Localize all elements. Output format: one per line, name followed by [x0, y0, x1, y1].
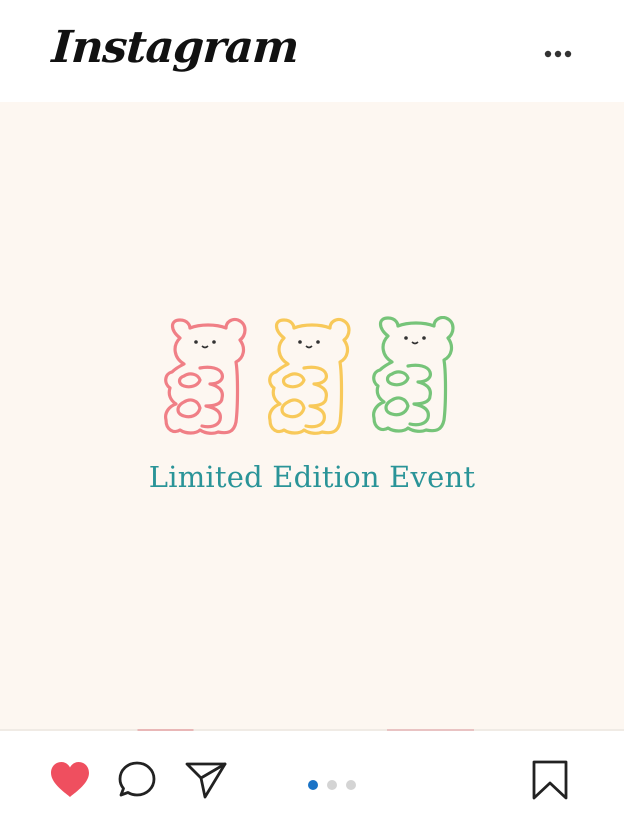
gummy-bears-illustration: [164, 316, 455, 435]
yellow-bear-face: [298, 340, 320, 349]
post-caption-text: Limited Edition Event: [148, 460, 476, 494]
more-horizontal-icon: [544, 50, 572, 58]
comment-button[interactable]: [114, 758, 160, 802]
pink-bear-face: [194, 340, 216, 349]
comment-icon: [118, 761, 156, 797]
share-button[interactable]: [182, 758, 230, 802]
pink-gummy-bear: [164, 317, 247, 435]
yellow-gummy-bear: [268, 317, 351, 435]
green-bear-face: [404, 336, 426, 345]
like-button[interactable]: [46, 758, 94, 802]
carousel-dot[interactable]: [327, 780, 337, 790]
carousel-dot[interactable]: [346, 780, 356, 790]
carousel-indicator: [308, 779, 362, 791]
more-options-button[interactable]: [540, 40, 576, 68]
bookmark-icon: [532, 760, 568, 800]
green-gummy-bear: [372, 316, 455, 433]
save-button[interactable]: [528, 756, 572, 804]
post-actions-bar: [0, 731, 624, 837]
post-image[interactable]: Limited Edition Event: [0, 102, 624, 729]
send-icon: [185, 762, 227, 799]
heart-icon: [51, 762, 89, 797]
carousel-dot-active[interactable]: [308, 780, 318, 790]
post-frame: Instagram Limited Edition Event: [0, 0, 624, 837]
instagram-logo[interactable]: Instagram: [50, 18, 300, 78]
post-header: Instagram: [0, 0, 624, 102]
